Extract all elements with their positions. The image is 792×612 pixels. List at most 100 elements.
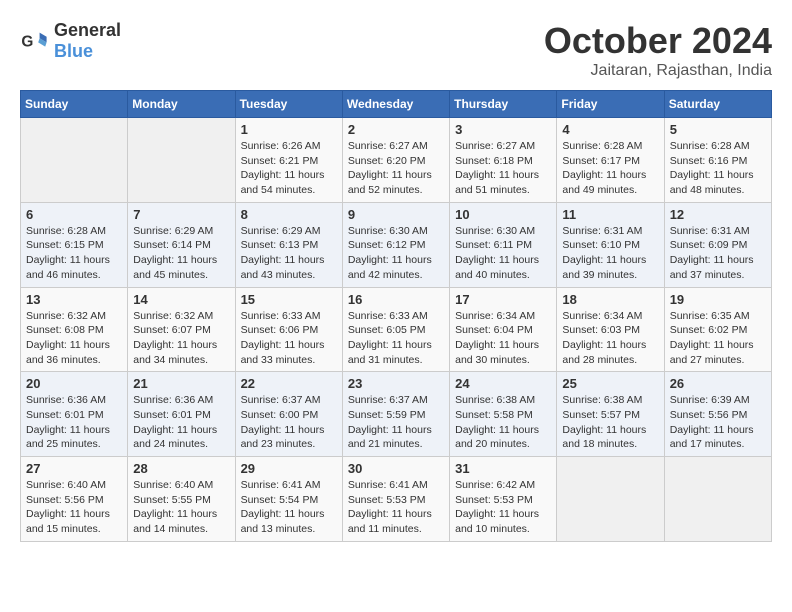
calendar-cell: 13 Sunrise: 6:32 AMSunset: 6:08 PMDayligh… bbox=[21, 287, 128, 372]
calendar-cell: 11Sunrise: 6:31 AMSunset: 6:10 PMDayligh… bbox=[557, 202, 664, 287]
day-number: 2 bbox=[348, 122, 444, 137]
day-info: Sunrise: 6:36 AMSunset: 6:01 PMDaylight:… bbox=[26, 393, 122, 452]
calendar-table: SundayMondayTuesdayWednesdayThursdayFrid… bbox=[20, 90, 772, 542]
weekday-header: Monday bbox=[128, 91, 235, 118]
svg-text:G: G bbox=[21, 34, 33, 51]
day-info: Sunrise: 6:36 AMSunset: 6:01 PMDaylight:… bbox=[133, 393, 229, 452]
calendar-cell: 30 Sunrise: 6:41 AMSunset: 5:53 PMDayligh… bbox=[342, 457, 449, 542]
calendar-header: SundayMondayTuesdayWednesdayThursdayFrid… bbox=[21, 91, 772, 118]
day-number: 21 bbox=[133, 376, 229, 391]
calendar-cell: 7Sunrise: 6:29 AMSunset: 6:14 PMDaylight… bbox=[128, 202, 235, 287]
day-number: 4 bbox=[562, 122, 658, 137]
calendar-body: 1 Sunrise: 6:26 AMSunset: 6:21 PMDaylight… bbox=[21, 118, 772, 542]
calendar-cell: 16Sunrise: 6:33 AMSunset: 6:05 PMDayligh… bbox=[342, 287, 449, 372]
day-number: 11 bbox=[562, 207, 658, 222]
weekday-row: SundayMondayTuesdayWednesdayThursdayFrid… bbox=[21, 91, 772, 118]
day-info: Sunrise: 6:37 AMSunset: 6:00 PMDaylight:… bbox=[241, 393, 337, 452]
day-number: 25 bbox=[562, 376, 658, 391]
calendar-cell bbox=[557, 457, 664, 542]
day-info: Sunrise: 6:40 AMSunset: 5:56 PMDaylight:… bbox=[26, 478, 122, 537]
day-info: Sunrise: 6:35 AMSunset: 6:02 PMDaylight:… bbox=[670, 309, 766, 368]
day-number: 13 bbox=[26, 292, 122, 307]
day-info: Sunrise: 6:31 AMSunset: 6:09 PMDaylight:… bbox=[670, 224, 766, 283]
day-number: 15 bbox=[241, 292, 337, 307]
day-info: Sunrise: 6:27 AMSunset: 6:20 PMDaylight:… bbox=[348, 139, 444, 198]
calendar-week-row: 20 Sunrise: 6:36 AMSunset: 6:01 PMDayligh… bbox=[21, 372, 772, 457]
day-number: 17 bbox=[455, 292, 551, 307]
logo: G General Blue bbox=[20, 20, 121, 62]
calendar-cell bbox=[128, 118, 235, 203]
weekday-header: Wednesday bbox=[342, 91, 449, 118]
calendar-cell: 9 Sunrise: 6:30 AMSunset: 6:12 PMDaylight… bbox=[342, 202, 449, 287]
day-info: Sunrise: 6:30 AMSunset: 6:12 PMDaylight:… bbox=[348, 224, 444, 283]
calendar-cell: 1 Sunrise: 6:26 AMSunset: 6:21 PMDaylight… bbox=[235, 118, 342, 203]
day-info: Sunrise: 6:38 AMSunset: 5:57 PMDaylight:… bbox=[562, 393, 658, 452]
calendar-cell: 24 Sunrise: 6:38 AMSunset: 5:58 PMDayligh… bbox=[450, 372, 557, 457]
calendar-cell: 31 Sunrise: 6:42 AMSunset: 5:53 PMDayligh… bbox=[450, 457, 557, 542]
day-number: 3 bbox=[455, 122, 551, 137]
calendar-week-row: 13 Sunrise: 6:32 AMSunset: 6:08 PMDayligh… bbox=[21, 287, 772, 372]
day-number: 30 bbox=[348, 461, 444, 476]
day-number: 22 bbox=[241, 376, 337, 391]
calendar-cell bbox=[664, 457, 771, 542]
day-number: 18 bbox=[562, 292, 658, 307]
day-info: Sunrise: 6:26 AMSunset: 6:21 PMDaylight:… bbox=[241, 139, 337, 198]
day-number: 6 bbox=[26, 207, 122, 222]
day-number: 12 bbox=[670, 207, 766, 222]
calendar-cell: 22 Sunrise: 6:37 AMSunset: 6:00 PMDayligh… bbox=[235, 372, 342, 457]
day-number: 20 bbox=[26, 376, 122, 391]
calendar-cell: 10Sunrise: 6:30 AMSunset: 6:11 PMDayligh… bbox=[450, 202, 557, 287]
day-number: 27 bbox=[26, 461, 122, 476]
day-info: Sunrise: 6:29 AMSunset: 6:14 PMDaylight:… bbox=[133, 224, 229, 283]
weekday-header: Tuesday bbox=[235, 91, 342, 118]
calendar-cell: 29Sunrise: 6:41 AMSunset: 5:54 PMDayligh… bbox=[235, 457, 342, 542]
day-number: 31 bbox=[455, 461, 551, 476]
day-number: 8 bbox=[241, 207, 337, 222]
logo-general: General bbox=[54, 20, 121, 40]
calendar-cell: 14Sunrise: 6:32 AMSunset: 6:07 PMDayligh… bbox=[128, 287, 235, 372]
calendar-cell: 19 Sunrise: 6:35 AMSunset: 6:02 PMDayligh… bbox=[664, 287, 771, 372]
calendar-week-row: 27 Sunrise: 6:40 AMSunset: 5:56 PMDayligh… bbox=[21, 457, 772, 542]
calendar-week-row: 6 Sunrise: 6:28 AMSunset: 6:15 PMDaylight… bbox=[21, 202, 772, 287]
day-info: Sunrise: 6:34 AMSunset: 6:03 PMDaylight:… bbox=[562, 309, 658, 368]
calendar-cell: 27 Sunrise: 6:40 AMSunset: 5:56 PMDayligh… bbox=[21, 457, 128, 542]
calendar-cell: 2 Sunrise: 6:27 AMSunset: 6:20 PMDaylight… bbox=[342, 118, 449, 203]
day-info: Sunrise: 6:38 AMSunset: 5:58 PMDaylight:… bbox=[455, 393, 551, 452]
calendar-cell: 3 Sunrise: 6:27 AMSunset: 6:18 PMDaylight… bbox=[450, 118, 557, 203]
logo-blue: Blue bbox=[54, 41, 93, 61]
calendar-cell: 26Sunrise: 6:39 AMSunset: 5:56 PMDayligh… bbox=[664, 372, 771, 457]
calendar-cell: 8Sunrise: 6:29 AMSunset: 6:13 PMDaylight… bbox=[235, 202, 342, 287]
day-info: Sunrise: 6:28 AMSunset: 6:15 PMDaylight:… bbox=[26, 224, 122, 283]
day-info: Sunrise: 6:41 AMSunset: 5:53 PMDaylight:… bbox=[348, 478, 444, 537]
logo-text: General Blue bbox=[54, 20, 121, 62]
day-number: 9 bbox=[348, 207, 444, 222]
day-info: Sunrise: 6:34 AMSunset: 6:04 PMDaylight:… bbox=[455, 309, 551, 368]
day-number: 26 bbox=[670, 376, 766, 391]
page-header: G General Blue October 2024 Jaitaran, Ra… bbox=[20, 20, 772, 80]
calendar-cell bbox=[21, 118, 128, 203]
day-info: Sunrise: 6:27 AMSunset: 6:18 PMDaylight:… bbox=[455, 139, 551, 198]
day-number: 16 bbox=[348, 292, 444, 307]
day-number: 14 bbox=[133, 292, 229, 307]
calendar-cell: 17 Sunrise: 6:34 AMSunset: 6:04 PMDayligh… bbox=[450, 287, 557, 372]
calendar-cell: 25 Sunrise: 6:38 AMSunset: 5:57 PMDayligh… bbox=[557, 372, 664, 457]
calendar-cell: 6 Sunrise: 6:28 AMSunset: 6:15 PMDaylight… bbox=[21, 202, 128, 287]
calendar-cell: 5Sunrise: 6:28 AMSunset: 6:16 PMDaylight… bbox=[664, 118, 771, 203]
day-info: Sunrise: 6:40 AMSunset: 5:55 PMDaylight:… bbox=[133, 478, 229, 537]
day-info: Sunrise: 6:28 AMSunset: 6:17 PMDaylight:… bbox=[562, 139, 658, 198]
day-number: 1 bbox=[241, 122, 337, 137]
day-number: 19 bbox=[670, 292, 766, 307]
day-number: 5 bbox=[670, 122, 766, 137]
calendar-cell: 12 Sunrise: 6:31 AMSunset: 6:09 PMDayligh… bbox=[664, 202, 771, 287]
calendar-cell: 23Sunrise: 6:37 AMSunset: 5:59 PMDayligh… bbox=[342, 372, 449, 457]
calendar-week-row: 1 Sunrise: 6:26 AMSunset: 6:21 PMDaylight… bbox=[21, 118, 772, 203]
calendar-cell: 28 Sunrise: 6:40 AMSunset: 5:55 PMDayligh… bbox=[128, 457, 235, 542]
day-number: 28 bbox=[133, 461, 229, 476]
calendar-cell: 4 Sunrise: 6:28 AMSunset: 6:17 PMDaylight… bbox=[557, 118, 664, 203]
day-info: Sunrise: 6:32 AMSunset: 6:08 PMDaylight:… bbox=[26, 309, 122, 368]
day-info: Sunrise: 6:33 AMSunset: 6:06 PMDaylight:… bbox=[241, 309, 337, 368]
calendar-cell: 18 Sunrise: 6:34 AMSunset: 6:03 PMDayligh… bbox=[557, 287, 664, 372]
day-info: Sunrise: 6:42 AMSunset: 5:53 PMDaylight:… bbox=[455, 478, 551, 537]
day-number: 24 bbox=[455, 376, 551, 391]
title-block: October 2024 Jaitaran, Rajasthan, India bbox=[544, 20, 772, 80]
